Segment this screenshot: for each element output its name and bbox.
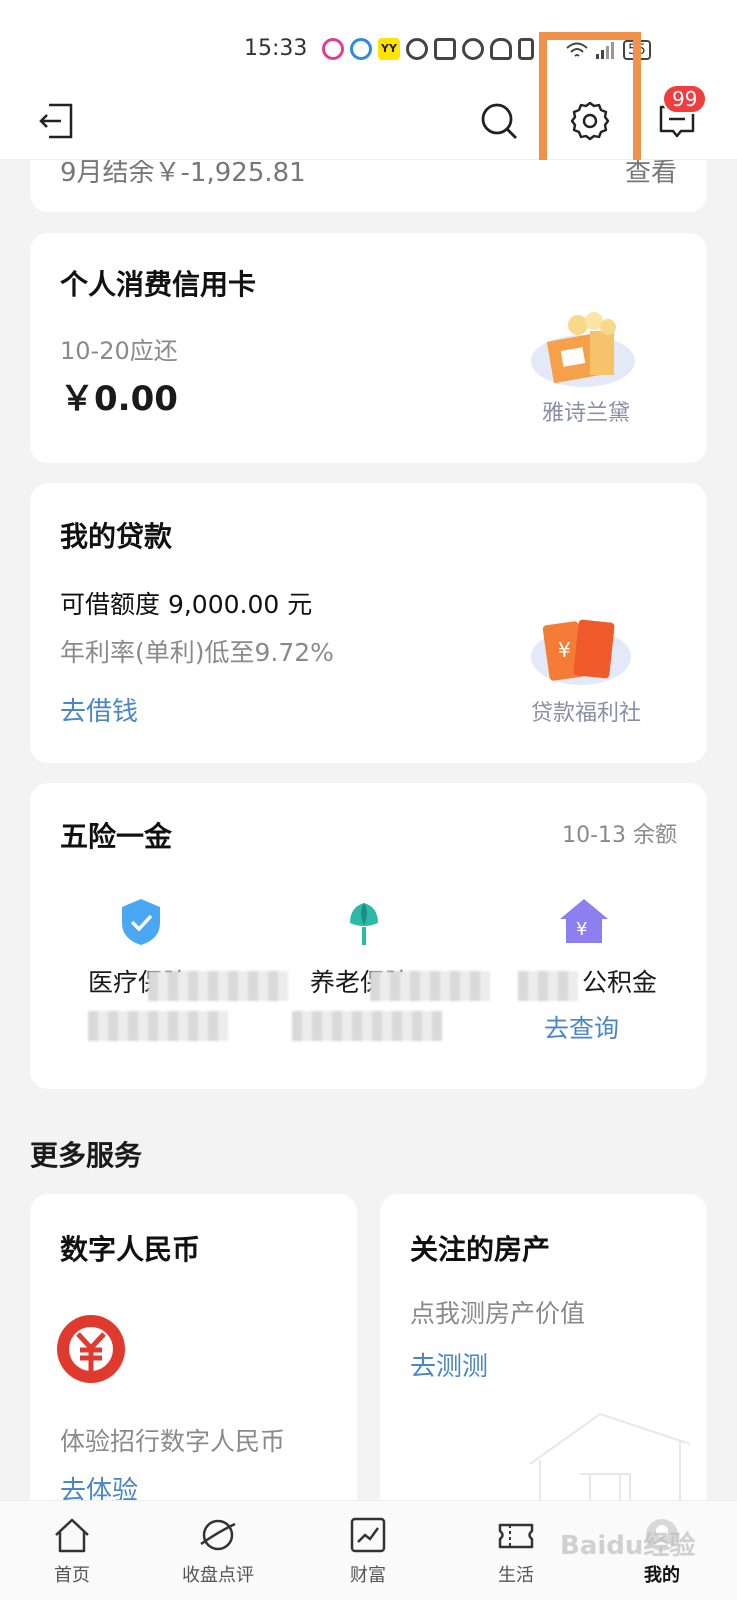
gift-box-icon [531, 312, 635, 387]
ticket-icon [498, 1523, 534, 1549]
promo-label[interactable]: 雅诗兰黛 [516, 395, 656, 427]
digital-rmb-card[interactable]: 数字人民币 体验招行数字人民币 去体验 [30, 1194, 357, 1524]
home-icon [55, 1518, 89, 1553]
view-link[interactable]: 查看 [625, 160, 677, 189]
phone-icon [518, 38, 534, 60]
digital-rmb-desc: 体验招行数字人民币 [60, 1427, 286, 1456]
red-envelope-icon: ¥ [531, 619, 631, 685]
watermark-text: Baidu经验 [560, 1531, 696, 1561]
housing-fund-label[interactable]: 公积金 [582, 963, 657, 999]
search-button[interactable] [476, 98, 522, 144]
app-notification-icon [322, 38, 344, 60]
insurance-meta: 10-13 余额 [562, 823, 677, 848]
digital-rmb-icon [57, 1315, 125, 1383]
monthly-balance-card[interactable]: 9月结余￥-1,925.81 查看 [30, 160, 707, 212]
tab-mine-label: 我的 [644, 1565, 680, 1586]
tab-home-label: 首页 [54, 1565, 90, 1586]
credit-due-date: 10-20应还 [60, 337, 178, 365]
credit-due-amount: ￥0.00 [60, 379, 178, 419]
status-app-icons: YY [322, 38, 534, 60]
message-count-badge: 99 [662, 84, 708, 114]
credit-card-section[interactable]: 个人消费信用卡 10-20应还 ￥0.00 雅诗兰黛 [30, 233, 707, 463]
headphones-icon [490, 38, 512, 60]
credit-card-title: 个人消费信用卡 [60, 268, 257, 301]
house-yen-icon: ¥ [560, 899, 608, 943]
property-desc: 点我测房产价值 [410, 1299, 586, 1328]
blurred-region [148, 971, 288, 1001]
blurred-value [292, 1011, 442, 1041]
loan-title: 我的贷款 [60, 520, 173, 553]
loan-limit: 可借额度 9,000.00 元 [60, 590, 313, 619]
globe-icon [200, 1519, 236, 1551]
insurance-section[interactable]: 五险一金 10-13 余额 医疗保险 养老保险 ¥ 公积金 去查询 [30, 783, 707, 1089]
data-icon [406, 38, 428, 60]
more-services-heading: 更多服务 [30, 1139, 143, 1172]
property-title: 关注的房产 [410, 1233, 551, 1266]
status-time: 15:33 [244, 36, 308, 61]
svg-text:¥: ¥ [558, 638, 571, 662]
tulip-icon [350, 903, 378, 945]
nfc-icon [434, 38, 456, 60]
loan-promo-label[interactable]: 贷款福利社 [506, 695, 666, 727]
tab-market-review-label: 收盘点评 [182, 1565, 254, 1586]
logout-icon [39, 103, 73, 139]
blurred-value [88, 1011, 228, 1041]
monthly-balance-text: 9月结余￥-1,925.81 [60, 160, 306, 188]
blurred-region [370, 971, 490, 1001]
yy-icon: YY [378, 38, 400, 60]
loan-section[interactable]: 我的贷款 可借额度 9,000.00 元 年利率(单利)低至9.72% 去借钱 … [30, 483, 707, 763]
tab-life-label: 生活 [498, 1565, 534, 1586]
query-link[interactable]: 去查询 [544, 1009, 619, 1045]
logout-button[interactable] [34, 98, 80, 144]
settings-highlight-box [539, 32, 641, 180]
tab-home[interactable]: 首页 [22, 1515, 122, 1587]
loan-rate: 年利率(单利)低至9.72% [60, 638, 334, 667]
chart-icon [350, 1517, 386, 1553]
property-card[interactable]: 关注的房产 点我测房产价值 去测测 [380, 1194, 707, 1524]
svg-text:¥: ¥ [576, 919, 587, 940]
borrow-link[interactable]: 去借钱 [60, 691, 138, 728]
alarm-icon [462, 38, 484, 60]
digital-rmb-title: 数字人民币 [60, 1233, 201, 1266]
estimate-property-link[interactable]: 去测测 [410, 1346, 488, 1383]
house-illustration-icon [529, 1412, 691, 1514]
tab-wealth[interactable]: 财富 [318, 1515, 418, 1587]
tab-market-review[interactable]: 收盘点评 [168, 1515, 268, 1587]
insurance-title: 五险一金 [60, 820, 173, 853]
tab-wealth-label: 财富 [350, 1565, 386, 1586]
tab-life[interactable]: 生活 [466, 1515, 566, 1587]
app-notification-icon [350, 38, 372, 60]
shield-check-icon [122, 899, 160, 945]
blurred-region [518, 971, 578, 1001]
search-icon [481, 103, 517, 139]
